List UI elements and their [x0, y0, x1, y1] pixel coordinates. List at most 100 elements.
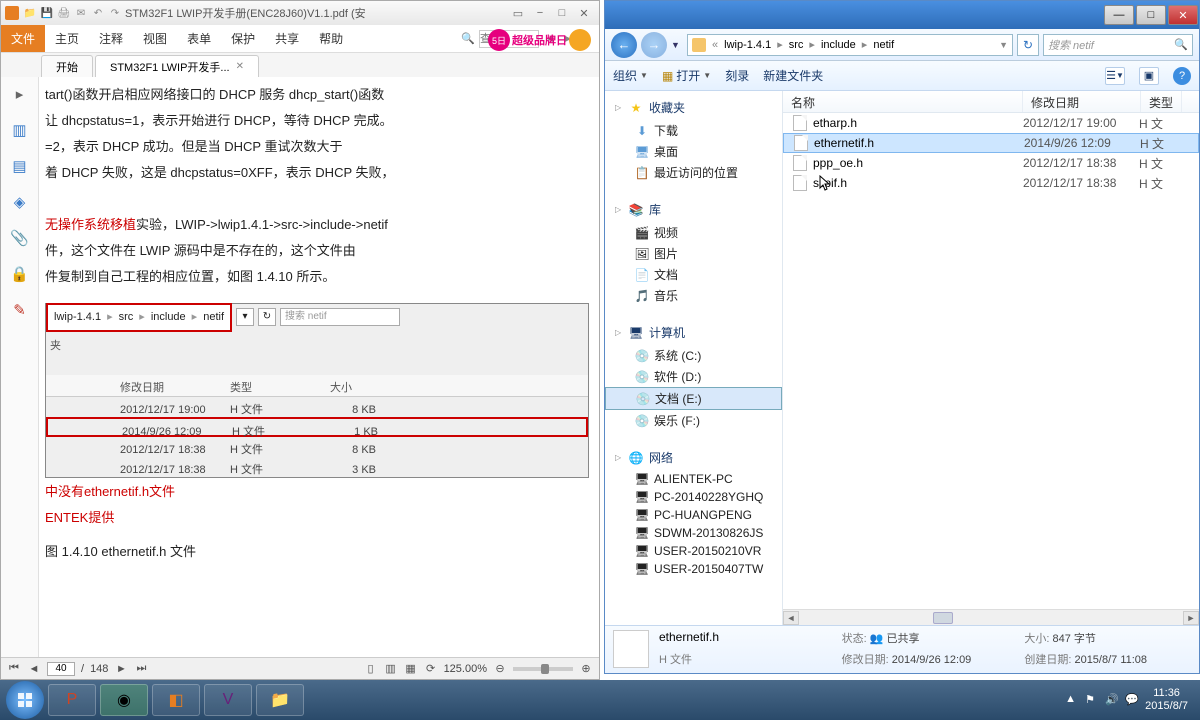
save-icon[interactable]: 💾	[40, 6, 54, 20]
tree-drive-f[interactable]: 💿娱乐 (F:)	[605, 410, 782, 431]
close-button[interactable]: ✕	[573, 4, 595, 22]
tree-videos[interactable]: 🎬视频	[605, 222, 782, 243]
tray-flag-icon[interactable]: ⚑	[1085, 693, 1099, 707]
layout-cont-icon[interactable]: ▥	[384, 662, 398, 676]
search-icon[interactable]: 🔍	[461, 32, 475, 46]
layout-rotate-icon[interactable]: ⟳	[424, 662, 438, 676]
tab-document[interactable]: STM32F1 LWIP开发手...✕	[95, 55, 259, 77]
layout-single-icon[interactable]: ▯	[364, 662, 378, 676]
menu-help[interactable]: 帮助	[309, 25, 353, 52]
close-button[interactable]: ✕	[1168, 5, 1198, 25]
zoom-in-icon[interactable]: ⊕	[579, 662, 593, 676]
scroll-right-icon[interactable]: ►	[1183, 611, 1199, 625]
next-page-icon[interactable]: ►	[114, 662, 128, 676]
file-row[interactable]: slipif.h2012/12/17 18:38H 文	[783, 173, 1199, 193]
attach-icon[interactable]: 📎	[11, 229, 29, 247]
sign-icon[interactable]: ✎	[11, 301, 29, 319]
mail-icon[interactable]: ✉	[74, 6, 88, 20]
new-folder-button[interactable]: 新建文件夹	[763, 67, 823, 84]
tree-downloads[interactable]: ⬇下载	[605, 120, 782, 141]
taskbar-foxit[interactable]: ◧	[152, 684, 200, 716]
tree-drive-d[interactable]: 💿软件 (D:)	[605, 366, 782, 387]
burn-button[interactable]: 刻录	[725, 67, 749, 84]
explorer-titlebar[interactable]: — □ ✕	[605, 1, 1199, 29]
col-name[interactable]: 名称	[783, 91, 1023, 112]
history-dropdown-icon[interactable]: ▼	[671, 40, 683, 50]
pdf-titlebar[interactable]: 📁 💾 🖨 ✉ ↶ ↷ STM32F1 LWIP开发手册(ENC28J60)V1…	[1, 1, 599, 25]
minimize-button[interactable]: —	[1104, 5, 1134, 25]
last-page-icon[interactable]: ⏭	[134, 662, 148, 676]
taskbar-app-green[interactable]: ◉	[100, 684, 148, 716]
crumb-0[interactable]: lwip-1.4.1	[720, 39, 775, 51]
back-button[interactable]: ←	[611, 32, 637, 58]
organize-button[interactable]: 组织▼	[613, 67, 648, 84]
tree-net-3[interactable]: 🖥SDWM-20130826JS	[605, 524, 782, 542]
tray-comm-icon[interactable]: 💬	[1125, 693, 1139, 707]
file-row[interactable]: ppp_oe.h2012/12/17 18:38H 文	[783, 153, 1199, 173]
open-button[interactable]: ▦打开▼	[662, 67, 711, 84]
page-input[interactable]	[47, 662, 75, 676]
pages-icon[interactable]: ▤	[11, 157, 29, 175]
tree-drive-e[interactable]: 💿文档 (E:)	[605, 387, 782, 410]
minimize-button[interactable]: −	[529, 4, 551, 22]
tree-desktop[interactable]: 🖥桌面	[605, 141, 782, 162]
tree-net-1[interactable]: 🖥PC-20140228YGHQ	[605, 488, 782, 506]
scroll-thumb[interactable]	[933, 612, 953, 624]
tree-recent[interactable]: 📋最近访问的位置	[605, 162, 782, 183]
zoom-slider[interactable]	[513, 667, 573, 671]
crumb-dropdown-icon[interactable]: ▼	[999, 40, 1008, 50]
tree-drive-c[interactable]: 💿系统 (C:)	[605, 345, 782, 366]
taskbar-clock[interactable]: 11:36 2015/8/7	[1145, 687, 1188, 713]
crumb-1[interactable]: src	[785, 39, 808, 51]
layout-facing-icon[interactable]: ▦	[404, 662, 418, 676]
tree-documents[interactable]: 📄文档	[605, 264, 782, 285]
help-button[interactable]: ?	[1173, 67, 1191, 85]
crumb-3[interactable]: netif	[869, 39, 898, 51]
taskbar[interactable]: P ◉ ◧ V 📁 ▲ ⚑ 🔊 💬 11:36 2015/8/7	[0, 680, 1200, 720]
tree-net-4[interactable]: 🖥USER-20150210VR	[605, 542, 782, 560]
maximize-button[interactable]: □	[551, 4, 573, 22]
lock-icon[interactable]: 🔒	[11, 265, 29, 283]
scroll-left-icon[interactable]: ◄	[783, 611, 799, 625]
print-icon[interactable]: 🖨	[57, 6, 71, 20]
menu-home[interactable]: 主页	[45, 25, 89, 52]
column-headers[interactable]: 名称 修改日期 类型	[783, 91, 1199, 113]
tree-net-0[interactable]: 🖥ALIENTEK-PC	[605, 470, 782, 488]
maximize-button[interactable]: □	[1136, 5, 1166, 25]
promo-banner[interactable]: 5日 超级品牌日	[488, 29, 591, 51]
file-list[interactable]: 名称 修改日期 类型 etharp.h2012/12/17 19:00H 文 e…	[783, 91, 1199, 625]
expand-icon[interactable]: ▸	[11, 85, 29, 103]
menu-view[interactable]: 视图	[133, 25, 177, 52]
tree-net-5[interactable]: 🖥USER-20150407TW	[605, 560, 782, 578]
file-row-selected[interactable]: ethernetif.h2014/9/26 12:09H 文	[783, 133, 1199, 153]
col-type[interactable]: 类型	[1141, 91, 1182, 112]
tree-net-2[interactable]: 🖥PC-HUANGPENG	[605, 506, 782, 524]
tray-up-icon[interactable]: ▲	[1065, 693, 1079, 707]
breadcrumb[interactable]: « lwip-1.4.1▸ src▸ include▸ netif ▼	[687, 34, 1013, 56]
tab-close-icon[interactable]: ✕	[236, 61, 244, 72]
zoom-out-icon[interactable]: ⊖	[493, 662, 507, 676]
start-button[interactable]	[6, 681, 44, 719]
layers-icon[interactable]: ◈	[11, 193, 29, 211]
forward-button[interactable]: →	[641, 32, 667, 58]
redo-icon[interactable]: ↷	[108, 6, 122, 20]
system-tray[interactable]: ▲ ⚑ 🔊 💬 11:36 2015/8/7	[1065, 687, 1194, 713]
refresh-button[interactable]: ↻	[1017, 34, 1039, 56]
taskbar-vs[interactable]: V	[204, 684, 252, 716]
undo-icon[interactable]: ↶	[91, 6, 105, 20]
view-mode-button[interactable]: ☰ ▼	[1105, 67, 1125, 85]
bookmark-icon[interactable]: ▥	[11, 121, 29, 139]
prev-page-icon[interactable]: ◄	[27, 662, 41, 676]
skin-icon[interactable]: ▭	[507, 4, 529, 22]
tray-net-icon[interactable]: 🔊	[1105, 693, 1119, 707]
preview-pane-button[interactable]: ▣	[1139, 67, 1159, 85]
col-date[interactable]: 修改日期	[1023, 91, 1141, 112]
pdf-content[interactable]: tart()函数开启相应网络接口的 DHCP 服务 dhcp_start()函数…	[39, 77, 599, 657]
tree-music[interactable]: 🎵音乐	[605, 285, 782, 306]
menu-file[interactable]: 文件	[1, 25, 45, 52]
tree-libraries[interactable]: ▷📚库	[605, 197, 782, 222]
horizontal-scrollbar[interactable]: ◄ ►	[783, 609, 1199, 625]
taskbar-powerpoint[interactable]: P	[48, 684, 96, 716]
crumb-2[interactable]: include	[817, 39, 860, 51]
tab-start[interactable]: 开始	[41, 55, 93, 77]
